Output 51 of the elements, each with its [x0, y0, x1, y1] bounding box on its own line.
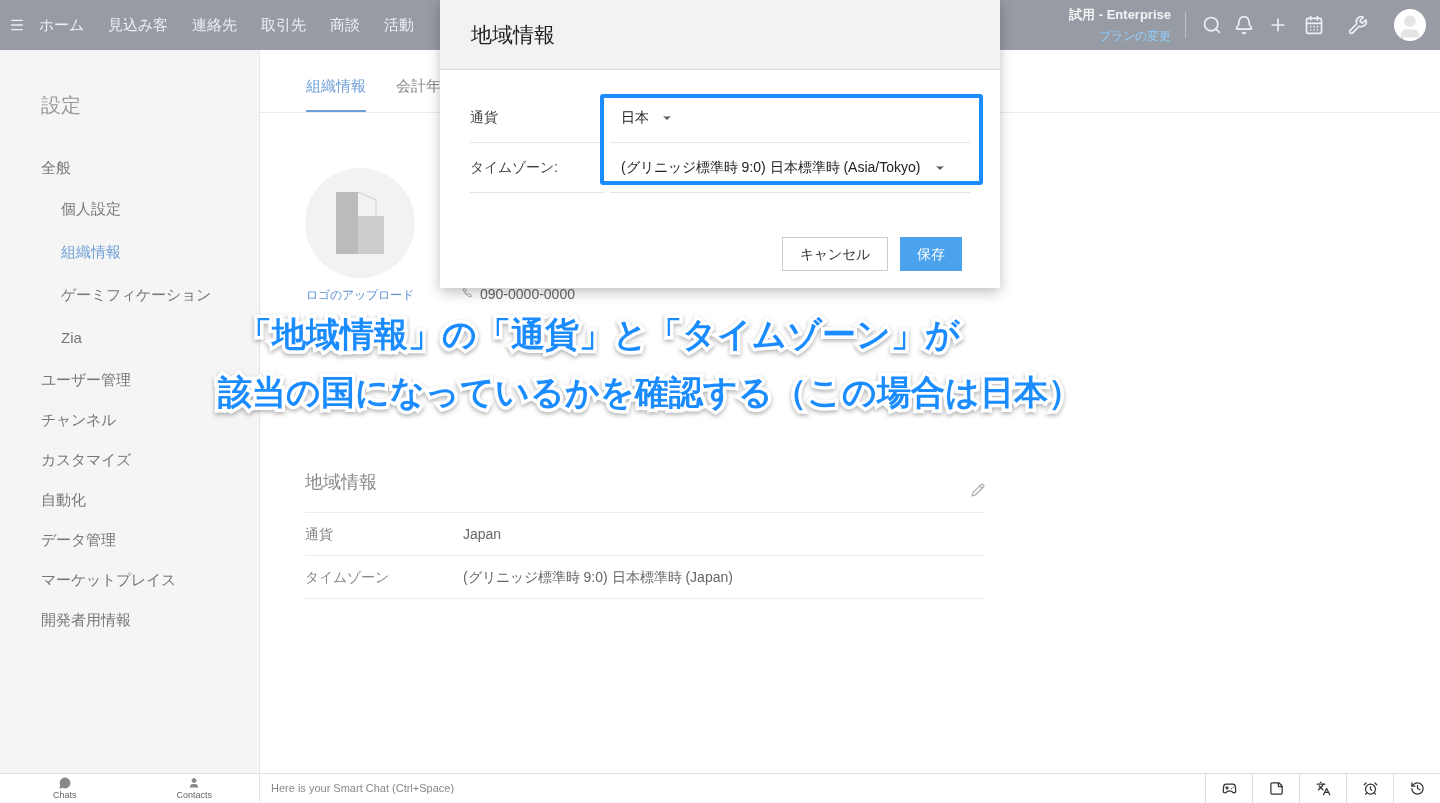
modal-title: 地域情報 — [471, 21, 555, 48]
sidebar-item[interactable]: チャンネル — [41, 400, 116, 440]
nav-link[interactable]: 商談 — [330, 13, 360, 37]
nav-link[interactable]: 見込み客 — [108, 13, 168, 37]
dropdown[interactable]: 日本 — [610, 93, 970, 143]
field-label: タイムゾーン — [305, 567, 390, 587]
bottom-tab[interactable]: Chats — [0, 774, 130, 803]
search-icon[interactable] — [1202, 15, 1222, 35]
caption-text: 「地域情報」の「通貨」と「タイムゾーン」が — [238, 314, 960, 355]
sidebar-item[interactable]: ゲーミフィケーション — [61, 274, 211, 317]
nav-link[interactable]: ホーム — [39, 13, 84, 37]
logo-upload-link[interactable]: ロゴのアップロード — [306, 286, 414, 304]
section-title: 地域情報 — [305, 471, 377, 494]
sidebar-item[interactable]: マーケットプレイス — [41, 560, 176, 600]
caption-text: 該当の国になっているかを確認する（この場合は日本） — [218, 372, 1082, 413]
chat-bubble-icon — [58, 777, 71, 789]
sidebar-item[interactable]: データ管理 — [41, 520, 116, 560]
tools-icon[interactable] — [1348, 15, 1368, 35]
sidebar-item[interactable]: Zia — [61, 317, 82, 360]
sidebar-item[interactable]: 開発者用情報 — [41, 600, 131, 640]
nav-link[interactable]: 取引先 — [261, 13, 306, 37]
tab[interactable]: 組織情報 — [306, 74, 366, 112]
sidebar-title: 設定 — [40, 93, 82, 118]
sidebar-item[interactable]: 全般 — [41, 148, 71, 188]
plan-label: 試用 - Enterprise — [1069, 5, 1171, 24]
tab[interactable]: 会計年 — [396, 74, 441, 112]
field-label: 通貨 — [470, 93, 605, 143]
sidebar-item[interactable]: カスタマイズ — [41, 440, 131, 480]
save-button[interactable]: 保存 — [900, 237, 962, 271]
bottom-tab[interactable]: Contacts — [129, 774, 259, 803]
cancel-button[interactable]: キャンセル — [782, 237, 888, 271]
menu-icon[interactable] — [9, 17, 25, 33]
avatar[interactable] — [1394, 9, 1426, 41]
bell-icon[interactable] — [1234, 15, 1254, 35]
field-label: タイムゾーン: — [470, 143, 605, 193]
sidebar-item[interactable]: 個人設定 — [61, 188, 121, 231]
calendar-icon[interactable] — [1304, 15, 1324, 35]
edit-icon[interactable] — [971, 482, 985, 497]
nav-link[interactable]: 活動 — [384, 13, 414, 37]
dropdown[interactable]: (グリニッジ標準時 9:0) 日本標準時 (Asia/Tokyo) — [610, 143, 970, 193]
person-icon — [188, 777, 201, 789]
nav-link[interactable]: 連絡先 — [192, 13, 237, 37]
phone-icon — [462, 288, 472, 298]
chat-input[interactable]: Here is your Smart Chat (Ctrl+Space) — [260, 774, 1205, 803]
sidebar-item[interactable]: ユーザー管理 — [41, 360, 131, 400]
field-value: Japan — [463, 524, 502, 544]
field-value: (グリニッジ標準時 9:0) 日本標準時 (Japan) — [463, 567, 733, 587]
phone-number: 090-0000-0000 — [480, 285, 575, 304]
sidebar-item[interactable]: 自動化 — [41, 480, 86, 520]
field-label: 通貨 — [305, 524, 334, 544]
sidebar-item[interactable]: 組織情報 — [61, 231, 121, 274]
